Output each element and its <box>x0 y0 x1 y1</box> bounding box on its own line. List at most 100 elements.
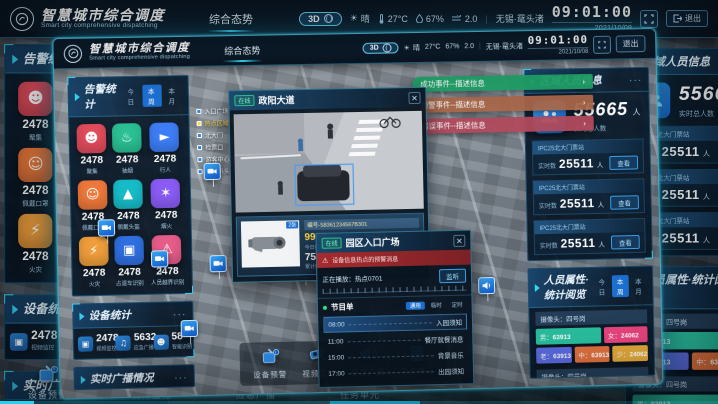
fullscreen-button[interactable] <box>640 10 658 28</box>
exit-button[interactable]: 退出 <box>616 35 646 52</box>
poi-dot-icon <box>197 121 202 126</box>
camera-photo: 2张 <box>241 220 300 267</box>
tab-week[interactable]: 本周 <box>143 85 162 107</box>
smoking-icon: ♨ <box>121 131 133 144</box>
globe-icon <box>383 43 392 52</box>
poi-dot-icon <box>197 133 202 138</box>
alarm-tile[interactable]: ☺2478佩戴口罩 <box>12 148 58 208</box>
weather-status: ☀晴 <box>350 12 370 25</box>
poi-dot-icon <box>197 157 202 162</box>
mode-3d-toggle[interactable]: 3D <box>363 42 399 54</box>
view-button[interactable]: 查看 <box>610 195 639 210</box>
alarm-tile[interactable]: ☻2478聚集 <box>75 124 107 176</box>
live-dot-icon <box>323 305 327 309</box>
panel-arrow-icon <box>79 312 84 320</box>
temperature-status: 27°C <box>378 14 408 24</box>
camera-icon: ▣ <box>10 333 28 351</box>
nav-tab-overview[interactable]: 综合态势 <box>214 40 271 60</box>
dotted-line <box>348 355 434 358</box>
program-tab-general[interactable]: 通用 <box>406 301 425 309</box>
alarm-tile[interactable]: ►2478行人 <box>146 122 183 174</box>
tool-device-alarm[interactable]: ! 设备预警 <box>253 347 288 381</box>
panel-arrow-icon <box>75 93 80 101</box>
camera-icon: ▣ <box>78 336 93 351</box>
tab-today[interactable]: 今日 <box>593 275 610 297</box>
toast-success[interactable]: 成功事件--描述信息› <box>412 74 593 92</box>
poi-dot-icon <box>198 169 203 174</box>
panel-arrow-icon <box>12 54 18 63</box>
toast-warning[interactable]: 预警事件--描述信息› <box>413 95 594 113</box>
speaker-marker[interactable] <box>478 277 495 294</box>
schedule-row[interactable]: 15:00背景音乐 <box>324 347 468 364</box>
panel-more-button[interactable]: ··· <box>174 371 188 383</box>
panel-more-button[interactable]: ··· <box>629 73 643 85</box>
alarm-tile[interactable]: ⚡2478火灾 <box>78 236 110 288</box>
device-alarm-icon: ! <box>35 364 61 386</box>
logo-icon <box>64 44 83 62</box>
view-button[interactable]: 查看 <box>609 155 638 169</box>
date-value: 2021/10/08 <box>528 47 589 56</box>
online-badge: 在线 <box>322 237 342 248</box>
alarm-tile[interactable]: ✶2478烟火 <box>147 179 184 231</box>
schedule-row[interactable]: 11:00餐厅就餐消息 <box>324 331 468 348</box>
dotted-line <box>349 371 435 374</box>
camera-marker[interactable] <box>209 255 226 272</box>
now-playing-row: 正在播放：热点0701 监听 <box>317 265 471 288</box>
camera-marker[interactable] <box>151 250 169 267</box>
video-frame <box>234 111 424 213</box>
schedule-row[interactable]: 08:00入园须知 <box>323 314 467 333</box>
alarm-tile[interactable]: ⚡2478火灾 <box>12 214 58 274</box>
droplet-icon <box>416 14 423 23</box>
fireworks-icon: ✶ <box>160 187 171 200</box>
broadcast-panel: 实时广播情况··· 闻言，我当即清楚，这是小猫的声音。2021-06-15 11… <box>73 364 195 390</box>
svg-text:!: ! <box>53 368 54 374</box>
weather-status: ☀晴 <box>404 42 420 52</box>
alarm-tile[interactable]: ▣2478占道车识别 <box>113 236 145 288</box>
camera-marker[interactable] <box>98 219 116 236</box>
attr-group: 摄像头：四号岗 男：63913女：24062 老：63913中：63913少：2… <box>535 309 648 363</box>
total-people-label: 实时总人数 <box>679 107 718 118</box>
panel-arrow-icon <box>81 375 86 383</box>
total-people-value: 55665 <box>679 82 718 104</box>
plaza-popup-title: 园区入口广场 <box>346 235 400 249</box>
camera-marker[interactable] <box>203 163 220 180</box>
tab-week[interactable]: 本周 <box>612 275 629 297</box>
panel-arrow-icon <box>12 304 18 313</box>
app-title: 智慧城市综合调度 <box>41 8 165 23</box>
crowd-icon: ☻ <box>84 132 98 145</box>
program-tab-timed[interactable]: 定时 <box>448 300 467 308</box>
event-toasts: 成功事件--描述信息› 预警事件--描述信息› 错误事件--描述信息› <box>412 74 594 134</box>
mask-icon: ☺ <box>86 188 100 201</box>
device-panel: 设备统计··· ▣2478视频监控 ♫5632应急广播 ☻58智能识别 <box>72 301 194 360</box>
schedule-row[interactable]: 17:00出园须知 <box>324 363 468 381</box>
mode-3d-toggle[interactable]: 3D <box>299 12 342 26</box>
location-label: 无锡·鼋头渚 <box>496 12 544 25</box>
photo-count-badge: 2张 <box>286 221 298 228</box>
stat-chip-young: 少：24062 <box>613 345 649 362</box>
logo-icon <box>10 7 34 31</box>
close-icon[interactable]: ✕ <box>408 91 420 103</box>
attributes-panel: 人员属性·统计阅览 今日本周本月 摄像头：四号岗 男：63913女：24062 … <box>527 265 655 378</box>
view-button[interactable]: 查看 <box>611 235 640 250</box>
area-people-row: IPC25北大门票站 实时数25511人查看 <box>533 218 645 255</box>
alarm-tile[interactable]: ▲2478佩戴头盔 <box>112 179 144 231</box>
exit-button[interactable]: 退出 <box>666 10 708 27</box>
listen-button[interactable]: 监听 <box>439 269 466 284</box>
crowd-icon: ☻ <box>27 91 43 106</box>
alarm-tile[interactable]: ☻2478聚集 <box>12 82 58 142</box>
panel-more-button[interactable]: ··· <box>173 308 187 320</box>
close-icon[interactable]: ✕ <box>453 234 465 246</box>
nav-tab-overview[interactable]: 综合态势 <box>199 8 263 30</box>
chevron-right-icon: › <box>583 119 586 128</box>
fullscreen-button[interactable] <box>593 35 611 53</box>
camera-marker[interactable] <box>181 320 198 337</box>
alarm-tile[interactable]: ♨2478抽烟 <box>111 123 143 175</box>
program-tab-temp[interactable]: 临时 <box>427 301 446 309</box>
tab-today[interactable]: 今日 <box>122 85 141 107</box>
panel-arrow-icon <box>12 381 18 390</box>
panel-arrow-icon <box>535 284 540 292</box>
wind-status: 2.0 <box>452 14 478 24</box>
area-people-row: IPC25北大门票站 实时数25511人查看 <box>533 178 645 215</box>
tab-month[interactable]: 本月 <box>630 275 647 297</box>
tab-month[interactable]: 本月 <box>163 84 182 106</box>
